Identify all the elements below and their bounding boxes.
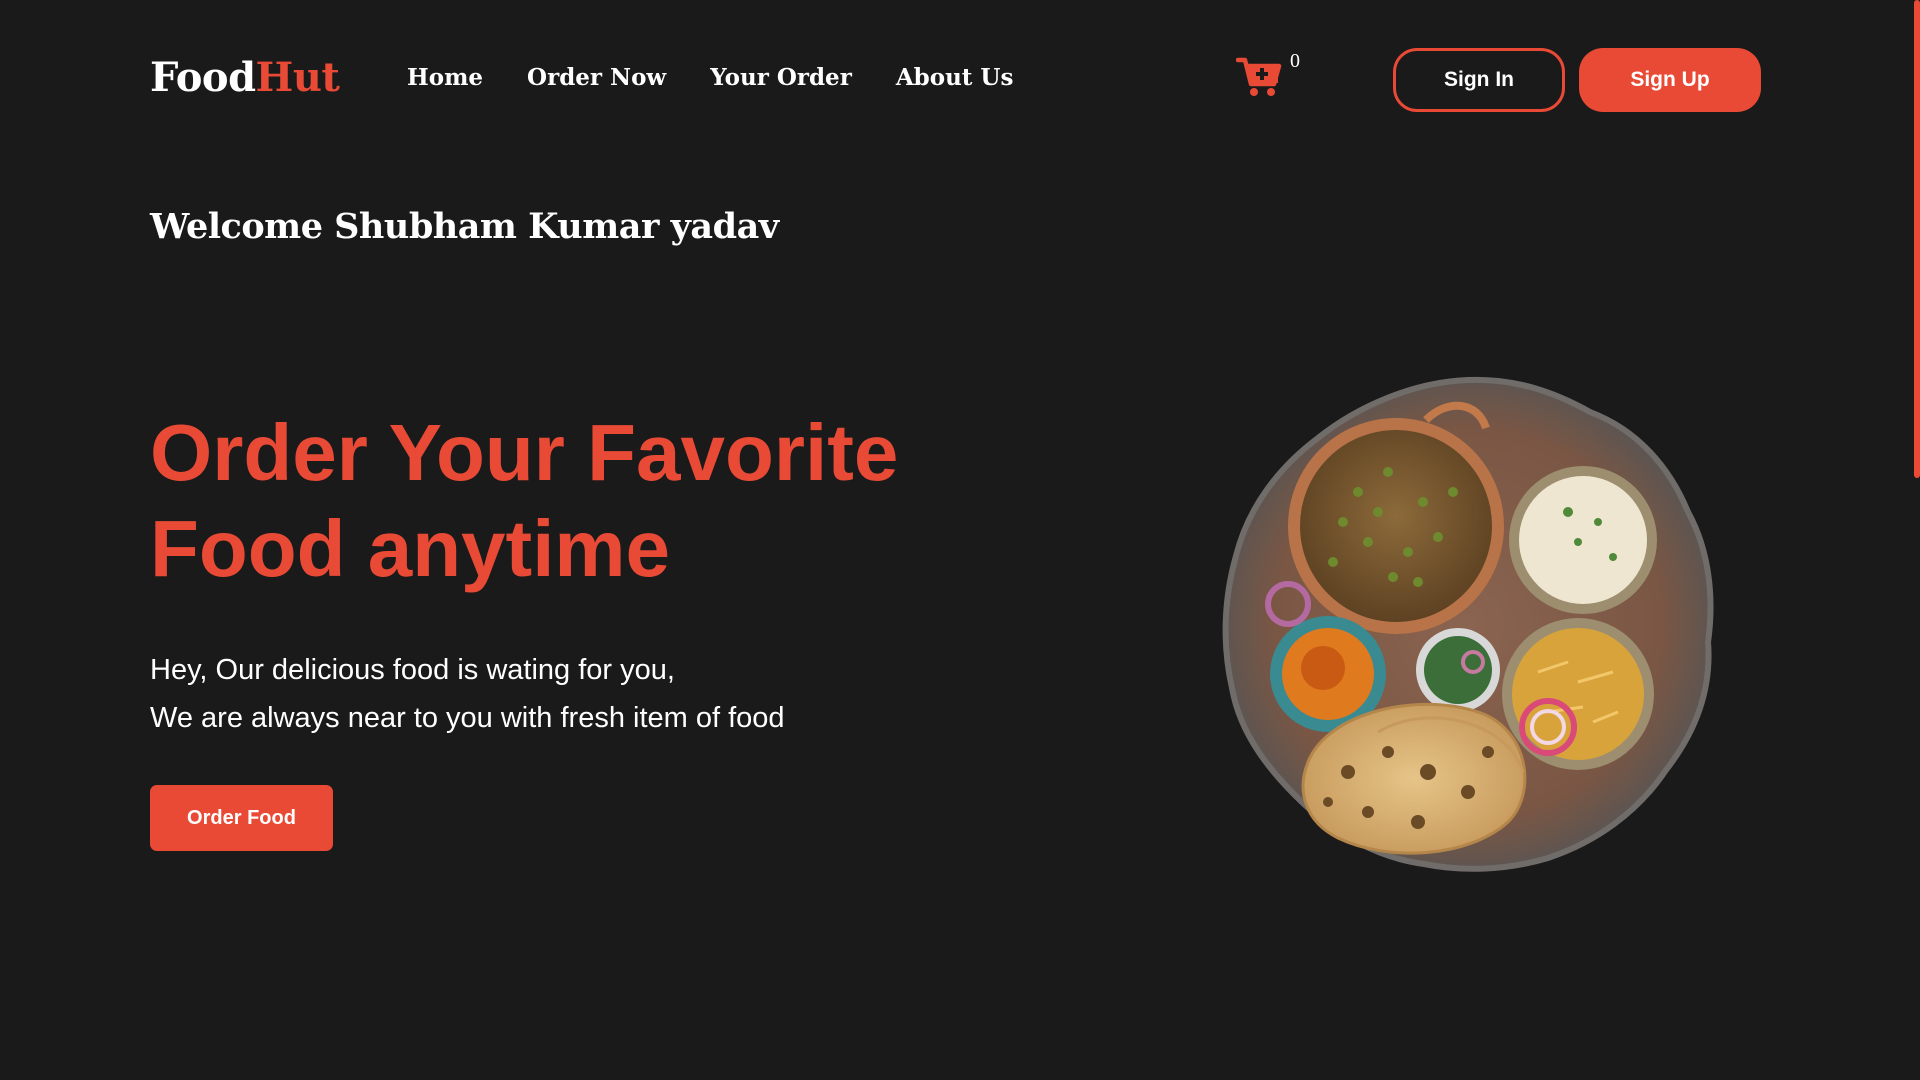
order-food-button[interactable]: Order Food	[150, 785, 333, 851]
sign-in-button[interactable]: Sign In	[1393, 48, 1565, 112]
sign-up-button[interactable]: Sign Up	[1579, 48, 1761, 112]
hero-title-line2: Food anytime	[150, 504, 671, 593]
logo[interactable]: FoodHut	[150, 58, 340, 98]
logo-food-text: Food	[150, 54, 256, 101]
nav-link-your-order[interactable]: Your Order	[710, 64, 852, 91]
hero-subtitle-line1: Hey, Our delicious food is wating for yo…	[150, 654, 675, 686]
scrollbar-thumb[interactable]	[1914, 0, 1920, 478]
hero-subtitle: Hey, Our delicious food is wating for yo…	[150, 646, 785, 742]
hero-title: Order Your Favorite Food anytime	[150, 405, 1050, 597]
cart-icon	[1236, 57, 1282, 96]
hero-subtitle-line2: We are always near to you with fresh ite…	[150, 702, 785, 734]
page: FoodHut Home Order Now Your Order About …	[0, 0, 1920, 1080]
hero-title-line1: Order Your Favorite	[150, 408, 899, 497]
nav-link-order-now[interactable]: Order Now	[527, 64, 666, 91]
scrollbar[interactable]	[1914, 0, 1920, 1080]
cart-button[interactable]: 0	[1236, 50, 1316, 100]
navbar: FoodHut Home Order Now Your Order About …	[150, 46, 1762, 116]
nav-links: Home Order Now Your Order About Us	[407, 64, 1057, 91]
food-platter-image	[1222, 376, 1714, 872]
logo-hut-text: Hut	[255, 54, 340, 101]
nav-link-home[interactable]: Home	[407, 64, 483, 91]
welcome-message: Welcome Shubham Kumar yadav	[150, 206, 779, 247]
cart-count: 0	[1290, 50, 1300, 72]
nav-link-about-us[interactable]: About Us	[896, 64, 1014, 91]
